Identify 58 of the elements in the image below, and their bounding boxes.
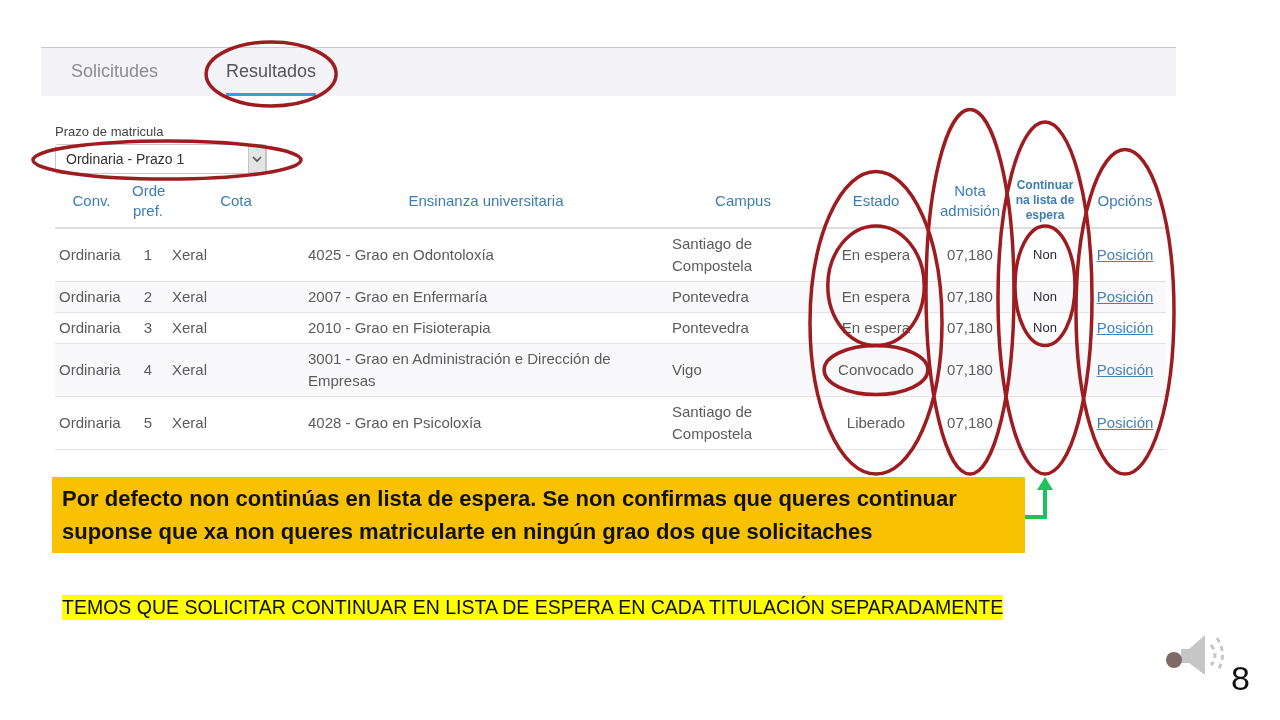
position-link[interactable]: Posición [1096,246,1154,263]
table-cell: Pontevedra [668,312,818,344]
table-cell: 07,180 [934,228,1006,282]
column-header: Continuar na lista de espera [1006,174,1084,228]
highlighted-note: TEMOS QUE SOLICITAR CONTINUAR EN LISTA DE ESPERA EN CADA TITULACIÓN SEPARADAMENTE [62,595,1004,620]
table-cell: 4028 - Grao en Psicoloxía [304,396,668,450]
table-cell: 4025 - Grao en Odontoloxía [304,228,668,282]
callout-banner: Por defecto non continúas en lista de espera. Se non confirmas que queres continuar suponse que xa non queres matricularte en ningún grao dos que solicitaches [52,477,1025,553]
table-cell: Non [1006,312,1084,344]
column-header: Nota admisión [934,174,1006,228]
table-cell: Liberado [818,396,934,450]
table-cell: Ordinaria [55,312,128,344]
table-cell: 3001 - Grao en Administración e Dirección de Empresas [304,343,668,397]
table-cell: En espera [818,228,934,282]
table-cell: 2010 - Grao en Fisioterapia [304,312,668,344]
position-link[interactable]: Posición [1096,414,1154,431]
position-link[interactable]: Posición [1096,288,1154,305]
tab[interactable]: Solicitudes [71,48,159,96]
table-cell: Ordinaria [55,396,128,450]
table-cell: Pontevedra [668,281,818,313]
table-cell: Vigo [668,343,818,397]
column-header: Estado [818,174,934,228]
table-cell: 07,180 [934,281,1006,313]
table-cell: Santiago de Compostela [668,228,818,282]
table-cell: 07,180 [934,396,1006,450]
table-cell: 5 [128,396,168,450]
table-cell: 07,180 [934,312,1006,344]
table-cell: Xeral [168,281,304,313]
table-cell: Ordinaria [55,228,128,282]
column-header: Ensinanza universitaria [304,174,668,228]
table-cell: Xeral [168,343,304,397]
table-cell: Non [1006,228,1084,282]
table-cell: Ordinaria [55,281,128,313]
table-cell: 3 [128,312,168,344]
column-header: Conv. [55,174,128,228]
column-header: Campus [668,174,818,228]
table-cell: Xeral [168,228,304,282]
column-header: Cota [168,174,304,228]
tab[interactable]: Resultados [226,48,317,96]
column-header: Opcións [1084,174,1166,228]
table-cell: Non [1006,281,1084,313]
table-cell: 2007 - Grao en Enfermaría [304,281,668,313]
table-cell: 2 [128,281,168,313]
column-header: Orde pref. [128,174,168,228]
table-cell: Ordinaria [55,343,128,397]
term-dropdown[interactable]: Ordinaria - Prazo 1 [55,144,267,174]
table-cell: Santiago de Compostela [668,396,818,450]
table-cell: En espera [818,281,934,313]
table-cell: 1 [128,228,168,282]
table-cell: 07,180 [934,343,1006,397]
field-label: Prazo de matricula [55,124,164,140]
table-cell: Xeral [168,312,304,344]
position-link[interactable]: Posición [1096,319,1154,336]
table-cell: 4 [128,343,168,397]
table-cell: Convocado [818,343,934,397]
position-link[interactable]: Posición [1096,361,1154,378]
table-cell: Xeral [168,396,304,450]
slide-number: 8 [1231,660,1250,696]
